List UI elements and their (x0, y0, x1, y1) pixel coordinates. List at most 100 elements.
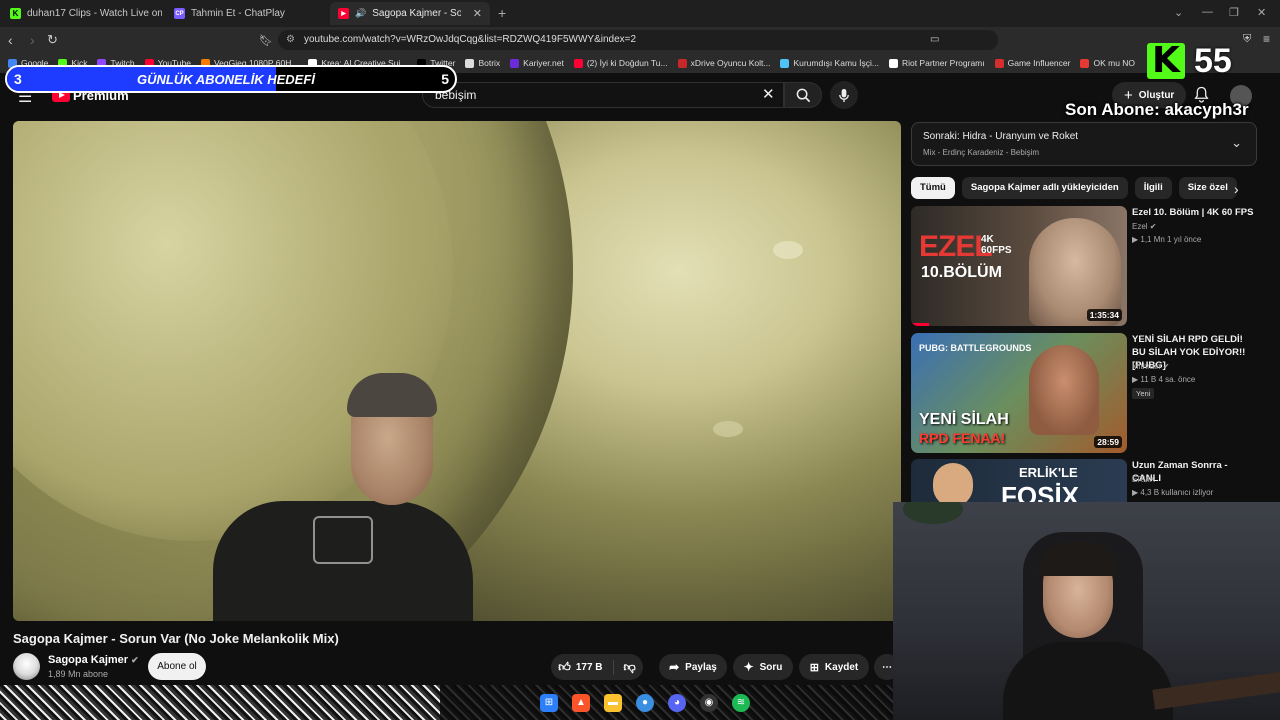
video-title: Sagopa Kajmer - Sorun Var (No Joke Melan… (13, 631, 339, 646)
share-icon: ➦ (669, 660, 680, 674)
like-count: 177 B (575, 661, 603, 673)
bookmark-label: (2) İyi ki Doğdun Tu... (586, 58, 668, 68)
forward-icon[interactable]: › (30, 32, 35, 48)
cast-icon[interactable]: ▭ (930, 34, 939, 45)
bookmark-item[interactable]: Kariyer.net (510, 58, 564, 68)
channel-avatar[interactable] (13, 653, 40, 680)
save-button[interactable]: ⊞ Kaydet (799, 654, 869, 680)
maximize-icon[interactable]: ❐ (1229, 6, 1239, 19)
bookmark-item[interactable]: Kurumdışı Kamu İşçi... (780, 58, 879, 68)
bookmark-item[interactable]: Riot Partner Programı (888, 58, 985, 68)
bookmark-label: Kariyer.net (523, 58, 564, 68)
thumb-subtext: FOSİX (1001, 481, 1080, 503)
recommendation-item[interactable]: EZEL 4K 60FPS 10.BÖLÜM 1:35:34 Ezel 10. … (911, 206, 1271, 331)
channel-name-text: Sagopa Kajmer (48, 654, 129, 666)
tab-chatplay[interactable]: CP Tahmin Et - ChatPlay (166, 2, 326, 25)
url-field[interactable]: ⚙︎ youtube.com/watch?v=WRzOwJdqCqg&list=… (278, 30, 998, 50)
chevron-down-icon[interactable]: ⌄ (1174, 6, 1183, 19)
tab-youtube[interactable]: ▶ 🔊 Sagopa Kajmer - Sorun Var (N ✕ (330, 2, 490, 25)
plant (903, 502, 963, 524)
ceiling-light (773, 241, 803, 259)
recommendation-title: Ezel 10. Bölüm | 4K 60 FPS (1132, 207, 1254, 218)
minimize-icon[interactable]: — (1202, 6, 1213, 18)
recommendation-item[interactable]: ERLİK'LE FOSİX Uzun Zaman Sonrra - CANLI… (911, 459, 1271, 503)
address-bar-row: ‹ › ↻ 🔖︎ ⚙︎ youtube.com/watch?v=WRzOwJdq… (0, 27, 1280, 73)
streamer-shirt (1003, 642, 1173, 720)
chip-uploader[interactable]: Sagopa Kajmer adlı yükleyiciden (961, 177, 1128, 199)
tab-kick[interactable]: K duhan17 Clips - Watch Live on Kick (2, 2, 162, 25)
thumb-tag: PUBG: BATTLEGROUNDS (919, 343, 1032, 353)
shield-icon[interactable]: ⛨ (1243, 33, 1251, 46)
subscribe-button[interactable]: Abone ol (148, 653, 206, 680)
menu-icon[interactable]: ≡ (1263, 32, 1270, 46)
bookmark-item[interactable]: Botrix (465, 58, 500, 68)
search-button[interactable] (784, 82, 822, 108)
bookmark-label: Riot Partner Programı (901, 58, 985, 68)
brave-icon[interactable]: ▲ (572, 693, 590, 712)
video-player[interactable] (13, 121, 901, 621)
taskbar-apps: ⊞ ▲ ▬ ● ◕ ◉ ≋ (440, 685, 893, 720)
verified-icon: ✔ (1162, 362, 1170, 371)
bookmark-favicon-icon (465, 58, 475, 68)
bookmark-icon[interactable]: 🔖︎ (259, 34, 273, 47)
up-next-card[interactable]: Sonraki: Hidra - Uranyum ve Roket Mix - … (911, 122, 1257, 166)
create-label: Oluştur (1138, 89, 1175, 101)
new-tab-button[interactable]: + (498, 5, 506, 21)
bookmark-label: Game Influencer (1007, 58, 1071, 68)
search-icon (796, 88, 810, 102)
speaker-icon: 🔊 (355, 8, 367, 18)
watch-progress (911, 323, 929, 326)
thumbs-up-icon: 👍︎ (558, 659, 571, 674)
thumb-tag: 4K 60FPS (981, 234, 1012, 256)
chrome-icon[interactable]: ● (636, 693, 654, 712)
clear-search-icon[interactable]: ✕ (762, 85, 775, 103)
like-button[interactable]: 👍︎ 177 B (558, 659, 614, 675)
spotify-icon[interactable]: ≋ (732, 693, 750, 712)
video-thumbnail[interactable]: EZEL 4K 60FPS 10.BÖLÜM 1:35:34 (911, 206, 1127, 326)
site-info-icon[interactable]: ⚙︎ (286, 30, 295, 50)
kick-icon: K (10, 8, 21, 19)
tab-label: Sagopa Kajmer - Sorun Var (N (372, 8, 461, 19)
bookmark-favicon-icon (677, 58, 687, 68)
voice-search-button[interactable] (830, 81, 858, 109)
share-button[interactable]: ➦ Paylaş (659, 654, 727, 680)
recommendation-channel: Ezel ✔ (1132, 222, 1157, 231)
reload-icon[interactable]: ↻ (47, 32, 58, 48)
shirt-print (313, 516, 373, 564)
video-thumbnail[interactable]: PUBG: BATTLEGROUNDS YENİ SİLAH RPD FENAA… (911, 333, 1127, 453)
goal-title: GÜNLÜK ABONELİK HEDEFİ (137, 72, 315, 87)
chip-all[interactable]: Tümü (911, 177, 955, 199)
kick-follower-count: 55 (1194, 42, 1232, 80)
windows-start-icon[interactable]: ⊞ (540, 693, 558, 712)
close-window-icon[interactable]: ✕ (1257, 6, 1266, 19)
ask-button[interactable]: ✦ Soru (733, 654, 793, 680)
bookmark-favicon-icon (1080, 58, 1090, 68)
channel-name[interactable]: Sagopa Kajmer ✔ (48, 654, 139, 666)
thumb-text: YENİ SİLAH (919, 411, 1009, 428)
bookmark-favicon-icon (573, 58, 583, 68)
more-icon: ⋯ (882, 661, 892, 673)
recommendation-channel: ERLİK (1132, 475, 1156, 484)
bookmark-item[interactable]: OK mu NO (1080, 58, 1135, 68)
up-next-title: Sonraki: Hidra - Uranyum ve Roket (923, 131, 1079, 142)
close-icon[interactable]: ✕ (473, 7, 482, 20)
bookmark-item[interactable]: (2) İyi ki Doğdun Tu... (573, 58, 668, 68)
obs-icon[interactable]: ◉ (700, 693, 718, 712)
chevron-right-icon[interactable]: › (1234, 181, 1239, 197)
file-explorer-icon[interactable]: ▬ (604, 693, 622, 712)
search-input[interactable]: bebişim (422, 82, 784, 108)
video-thumbnail[interactable]: ERLİK'LE FOSİX (911, 459, 1127, 503)
bookmark-item[interactable]: xDrive Oyuncu Kolt... (677, 58, 770, 68)
bookmark-item[interactable]: Game Influencer (994, 58, 1071, 68)
chip-related[interactable]: İlgili (1134, 177, 1172, 199)
chevron-down-icon[interactable]: ⌄ (1231, 135, 1242, 151)
dislike-button[interactable]: 👎︎ (620, 660, 636, 675)
tab-label: Tahmin Et - ChatPlay (191, 8, 285, 19)
chip-for-you[interactable]: Size özel (1178, 177, 1237, 199)
recommendation-item[interactable]: PUBG: BATTLEGROUNDS YENİ SİLAH RPD FENAA… (911, 333, 1271, 458)
discord-icon[interactable]: ◕ (668, 693, 686, 712)
chatplay-icon: CP (174, 8, 185, 19)
back-icon[interactable]: ‹ (8, 32, 13, 48)
url-text: youtube.com/watch?v=WRzOwJdqCqg&list=RDZ… (304, 34, 637, 45)
recommendation-meta: ▶ 11 B 4 sa. önce (1132, 375, 1196, 384)
